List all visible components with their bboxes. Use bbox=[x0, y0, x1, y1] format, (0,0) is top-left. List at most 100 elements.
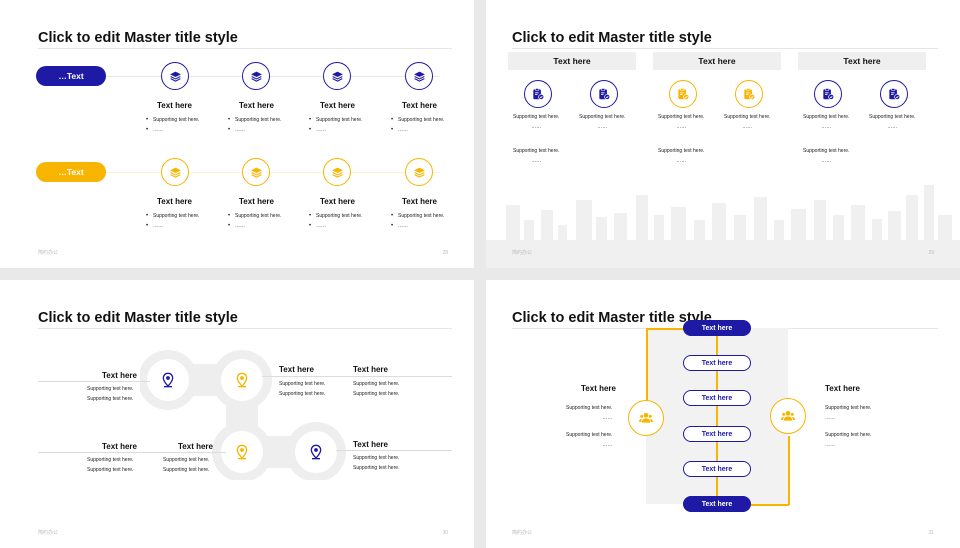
title-divider bbox=[512, 48, 938, 49]
support-dots: …… bbox=[676, 158, 687, 164]
skyline-background bbox=[486, 185, 960, 268]
support-text: Supporting text here. bbox=[566, 432, 613, 438]
support-block: Supporting text here. …… bbox=[724, 112, 770, 132]
support-list: Supporting text here.…… bbox=[391, 211, 444, 231]
support-dots: …… bbox=[821, 124, 832, 130]
support-text: Supporting text here. bbox=[87, 396, 134, 402]
slide-31[interactable]: Click to edit Master title style Text he… bbox=[486, 280, 960, 548]
layers-icon bbox=[161, 62, 189, 90]
flow-connector bbox=[646, 328, 648, 402]
page-number: 28 bbox=[442, 250, 448, 256]
support-text: Supporting text here. bbox=[658, 148, 705, 154]
layers-icon bbox=[323, 62, 351, 90]
support-text: Supporting text here. bbox=[87, 386, 134, 392]
row2-connector bbox=[100, 172, 440, 173]
support-block: Supporting text here. …… bbox=[658, 146, 704, 166]
support-dots: …… bbox=[602, 442, 613, 448]
support-block: Supporting text here. …… bbox=[825, 430, 871, 450]
footer-brand: 简约办公 bbox=[38, 250, 59, 256]
support-block: Supporting text here. Supporting text her… bbox=[279, 379, 325, 399]
flow-step: Text here bbox=[683, 426, 751, 442]
item-divider bbox=[38, 381, 150, 382]
clipboard-check-icon bbox=[880, 80, 908, 108]
support-text: Supporting text here. bbox=[566, 405, 613, 411]
support-text: Supporting text here. bbox=[87, 467, 134, 473]
support-text: Supporting text here. bbox=[279, 381, 326, 387]
item-heading: Text here bbox=[353, 365, 388, 374]
support-block: Supporting text here. …… bbox=[566, 403, 612, 423]
layers-icon bbox=[242, 158, 270, 186]
clipboard-check-icon bbox=[814, 80, 842, 108]
support-text: Supporting text here. bbox=[391, 115, 444, 125]
support-list: Supporting text here.…… bbox=[391, 115, 444, 135]
slide-title: Click to edit Master title style bbox=[512, 310, 712, 326]
clipboard-check-icon bbox=[669, 80, 697, 108]
support-text: Supporting text here. bbox=[825, 405, 872, 411]
slide-title: Click to edit Master title style bbox=[38, 310, 238, 326]
column-header: Text here bbox=[653, 52, 781, 70]
support-list: Supporting text here.…… bbox=[228, 115, 281, 135]
row1-pill: …Text bbox=[36, 66, 106, 86]
location-pin-icon bbox=[295, 431, 337, 473]
support-block: Supporting text here. …… bbox=[566, 430, 612, 450]
support-text: Supporting text here. bbox=[391, 211, 444, 221]
slide-28[interactable]: Click to edit Master title style …Text …… bbox=[0, 0, 474, 268]
support-list: Supporting text here.…… bbox=[228, 211, 281, 231]
support-text: Supporting text here. bbox=[353, 391, 400, 397]
flow-step: Text here bbox=[683, 390, 751, 406]
support-dots: …… bbox=[531, 158, 542, 164]
support-text: Supporting text here. bbox=[309, 211, 362, 221]
left-heading: Text here bbox=[581, 384, 616, 393]
flow-step: Text here bbox=[683, 320, 751, 336]
flow-connector bbox=[751, 504, 789, 506]
support-block: Supporting text here. Supporting text her… bbox=[353, 379, 399, 399]
item-heading: Text here bbox=[353, 440, 388, 449]
flow-connector bbox=[646, 328, 684, 330]
flow-step: Text here bbox=[683, 496, 751, 512]
item-heading: Text here bbox=[102, 371, 137, 380]
support-dots: …… bbox=[821, 158, 832, 164]
clipboard-check-icon bbox=[735, 80, 763, 108]
support-block: Supporting text here. …… bbox=[579, 112, 625, 132]
footer-brand: 简约办公 bbox=[512, 250, 533, 256]
support-text: Supporting text here. bbox=[163, 467, 210, 473]
support-list: Supporting text here.…… bbox=[309, 115, 362, 135]
flow-step: Text here bbox=[683, 355, 751, 371]
item-divider bbox=[38, 452, 226, 453]
column-header: Text here bbox=[798, 52, 926, 70]
support-text: Supporting text here. bbox=[825, 432, 872, 438]
support-block: Supporting text here. …… bbox=[513, 146, 559, 166]
right-heading: Text here bbox=[825, 384, 860, 393]
support-text: Supporting text here. bbox=[353, 455, 400, 461]
item-heading: Text here bbox=[239, 101, 274, 110]
support-text: Supporting text here. bbox=[579, 114, 626, 120]
support-dots: …… bbox=[825, 442, 835, 448]
support-dots: …… bbox=[391, 221, 444, 231]
clipboard-check-icon bbox=[590, 80, 618, 108]
support-dots: …… bbox=[742, 124, 753, 130]
support-dots: …… bbox=[309, 221, 362, 231]
support-text: Supporting text here. bbox=[163, 457, 210, 463]
team-icon bbox=[628, 400, 664, 436]
slide-29[interactable]: Click to edit Master title style Text he… bbox=[486, 0, 960, 268]
support-text: Supporting text here. bbox=[228, 115, 281, 125]
item-heading: Text here bbox=[102, 442, 137, 451]
support-block: Supporting text here. …… bbox=[513, 112, 559, 132]
item-divider bbox=[336, 450, 452, 451]
support-text: Supporting text here. bbox=[353, 381, 400, 387]
slide-30[interactable]: Click to edit Master title style Text he… bbox=[0, 280, 474, 548]
clipboard-check-icon bbox=[524, 80, 552, 108]
support-text: Supporting text here. bbox=[87, 457, 134, 463]
support-text: Supporting text here. bbox=[724, 114, 771, 120]
support-block: Supporting text here. Supporting text her… bbox=[87, 455, 133, 475]
support-dots: …… bbox=[676, 124, 687, 130]
layers-icon bbox=[405, 158, 433, 186]
page-number: 31 bbox=[928, 530, 934, 536]
support-text: Supporting text here. bbox=[869, 114, 916, 120]
slide-title: Click to edit Master title style bbox=[38, 30, 238, 46]
page-number: 29 bbox=[928, 250, 934, 256]
layers-icon bbox=[242, 62, 270, 90]
support-block: Supporting text here. Supporting text her… bbox=[87, 384, 133, 404]
layers-icon bbox=[405, 62, 433, 90]
footer-brand: 简约办公 bbox=[38, 530, 59, 536]
